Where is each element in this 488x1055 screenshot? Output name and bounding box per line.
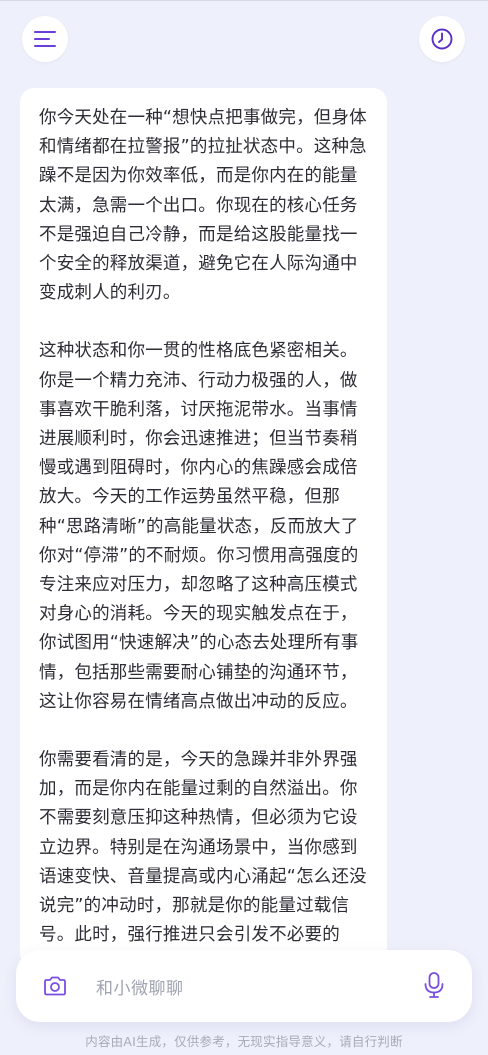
chat-input-placeholder[interactable]: 和小微聊聊 — [96, 974, 184, 999]
microphone-icon — [424, 972, 444, 998]
clock-icon — [431, 28, 453, 50]
message-paragraph-1: 你今天处在一种“想快点把事做完，但身体和情绪都在拉警报”的拉扯状态中。这种急躁不… — [39, 108, 367, 304]
message-paragraph-2: 这种状态和你一贯的性格底色紧密相关。你是一个精力充沛、行动力极强的人，做事喜欢干… — [39, 341, 359, 712]
camera-button[interactable] — [42, 973, 68, 999]
voice-input-button[interactable] — [421, 971, 447, 999]
ai-disclaimer: 内容由AI生成，仅供参考，无现实指导意义，请自行判断 — [85, 1034, 403, 1049]
ai-message-card: 你今天处在一种“想快点把事做完，但身体和情绪都在拉警报”的拉扯状态中。这种急躁不… — [20, 88, 387, 968]
menu-button[interactable] — [22, 16, 68, 62]
menu-icon — [34, 31, 56, 47]
message-paragraph-3: 你需要看清的是，今天的急躁并非外界强加，而是你内在能量过剩的自然溢出。你不需要刻… — [39, 750, 367, 946]
chat-input-bar[interactable]: 和小微聊聊 — [16, 950, 472, 1022]
camera-icon — [44, 976, 66, 996]
message-content: 你今天处在一种“想快点把事做完，但身体和情绪都在拉警报”的拉扯状态中。这种急躁不… — [20, 88, 387, 950]
history-button[interactable] — [419, 16, 465, 62]
top-divider — [0, 0, 488, 1]
